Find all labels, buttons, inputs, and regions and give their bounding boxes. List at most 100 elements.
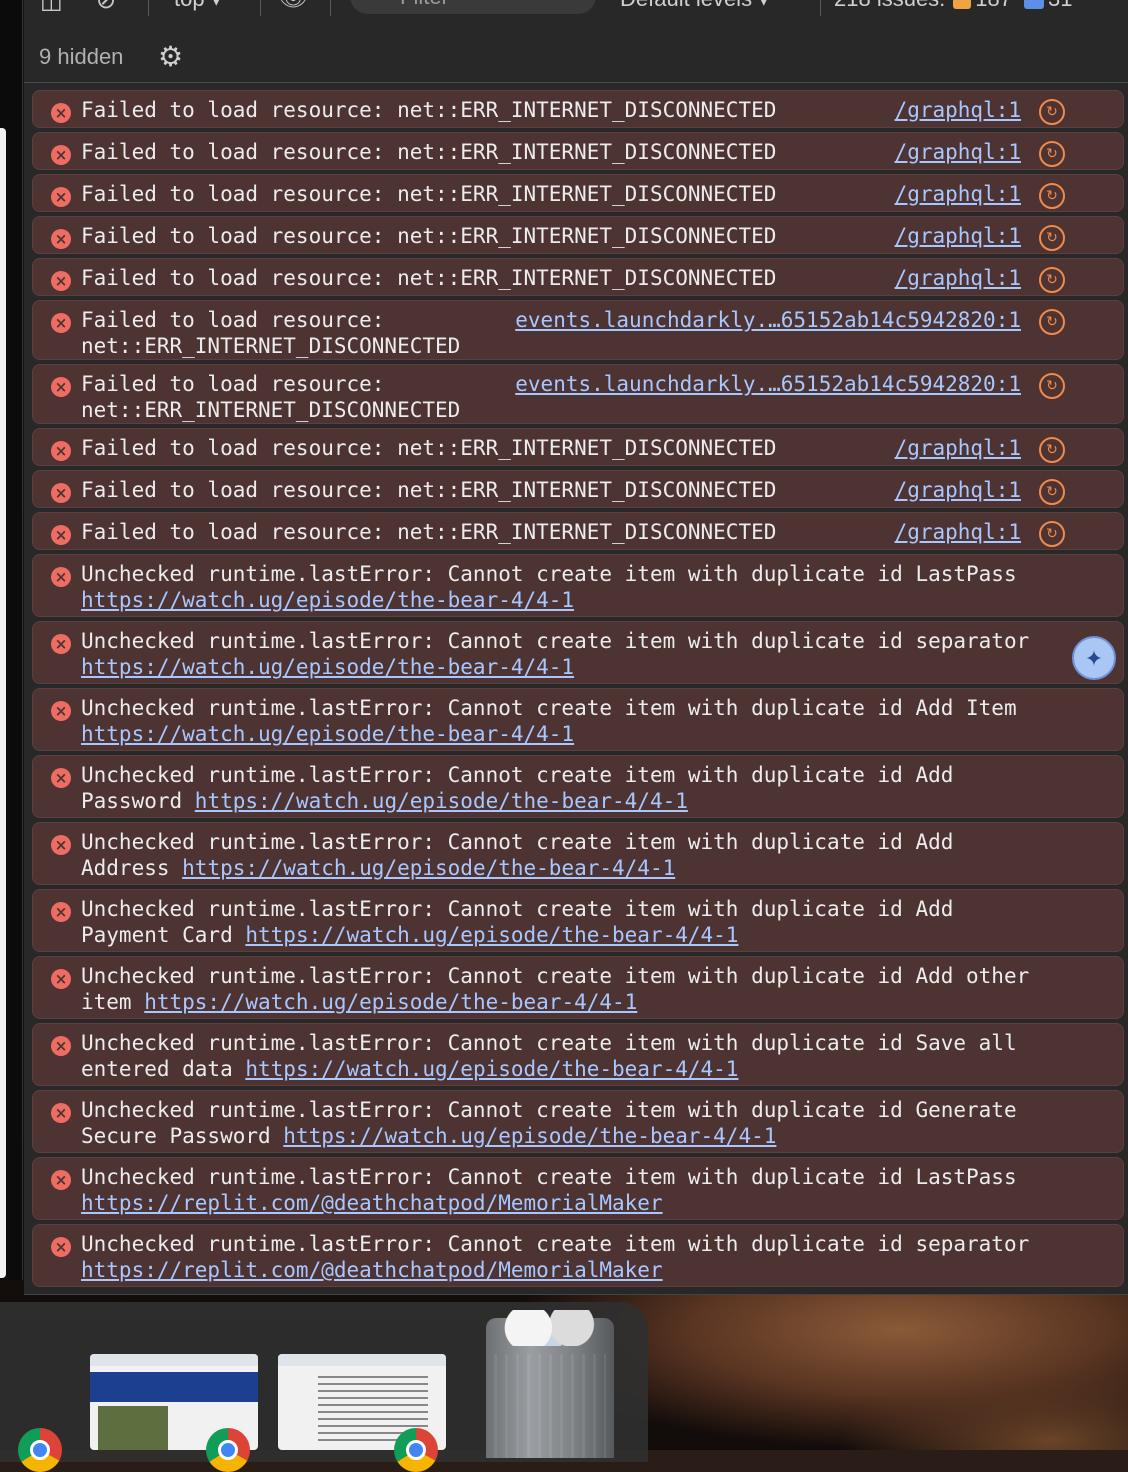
message-line: Unchecked runtime.lastError: Cannot crea… <box>81 1232 1030 1256</box>
filter-input[interactable]: ⏷ Filter <box>350 0 596 14</box>
source-link[interactable]: /graphql:1 <box>895 97 1021 123</box>
source-replay-icon[interactable]: ↻ <box>1039 309 1065 335</box>
sidebar-icon[interactable]: ◫ <box>40 0 63 14</box>
info-count: 31 <box>1048 0 1072 11</box>
hidden-count: 9 hidden <box>39 44 124 69</box>
console-error-message[interactable]: × Unchecked runtime.lastError: Cannot cre… <box>32 822 1124 885</box>
error-icon: × <box>51 525 71 545</box>
source-link[interactable]: /graphql:1 <box>895 519 1021 545</box>
console-error-message[interactable]: × Failed to load resource: net::ERR_INTER… <box>32 216 1124 254</box>
clear-icon[interactable]: ⊘ <box>96 0 116 14</box>
filter-icon: ⏷ <box>372 0 388 6</box>
source-replay-icon[interactable]: ↻ <box>1039 99 1065 125</box>
message-line: Password https://watch.ug/episode/the-be… <box>81 788 953 814</box>
console-error-message[interactable]: × Failed to load resource: net::ERR_INTER… <box>32 174 1124 212</box>
console-error-message[interactable]: × Unchecked runtime.lastError: Cannot cre… <box>32 1224 1124 1287</box>
source-replay-icon[interactable]: ↻ <box>1039 437 1065 463</box>
chrome-icon[interactable] <box>206 1428 250 1472</box>
console-error-message[interactable]: × Unchecked runtime.lastError: Cannot cre… <box>32 1157 1124 1220</box>
message-text: Unchecked runtime.lastError: Cannot crea… <box>81 695 1017 747</box>
message-text: Failed to load resource: net::ERR_INTERNE… <box>81 307 460 359</box>
source-link[interactable]: /graphql:1 <box>895 139 1021 165</box>
console-error-message[interactable]: × Failed to load resource: net::ERR_INTER… <box>32 428 1124 466</box>
message-text: Failed to load resource: net::ERR_INTERN… <box>81 181 776 207</box>
console-error-message[interactable]: × Unchecked runtime.lastError: Cannot cre… <box>32 755 1124 818</box>
info-icon <box>1024 0 1045 10</box>
console-error-message[interactable]: × Failed to load resource: net::ERR_INTERN… <box>32 300 1124 360</box>
console-error-message[interactable]: × Unchecked runtime.lastError: Cannot cre… <box>32 1090 1124 1153</box>
message-text: Unchecked runtime.lastError: Cannot crea… <box>81 628 1029 680</box>
source-link[interactable]: /graphql:1 <box>895 435 1021 461</box>
message-text: Failed to load resource: net::ERR_INTERN… <box>81 265 776 291</box>
message-url-link[interactable]: https://replit.com/@deathchatpod/Memoria… <box>81 1191 663 1215</box>
console-error-message[interactable]: × Failed to load resource: net::ERR_INTERN… <box>32 364 1124 424</box>
message-line: Unchecked runtime.lastError: Cannot crea… <box>81 696 1017 720</box>
source-replay-icon[interactable]: ↻ <box>1039 141 1065 167</box>
message-line: https://watch.ug/episode/the-bear-4/4-1 <box>81 721 1017 747</box>
ai-assist-icon[interactable]: ✦ <box>1072 636 1116 680</box>
console-toolbar: ◫ ⊘ top ▾ 👁 ⏷ Filter Default levels ▾ 21… <box>24 0 1128 83</box>
console-error-message[interactable]: × Unchecked runtime.lastError: Cannot cre… <box>32 1023 1124 1086</box>
message-line: Payment Card https://watch.ug/episode/th… <box>81 922 953 948</box>
console-error-message[interactable]: × Unchecked runtime.lastError: Cannot cre… <box>32 956 1124 1019</box>
message-url-link[interactable]: https://watch.ug/episode/the-bear-4/4-1 <box>81 655 574 679</box>
message-url-link[interactable]: https://watch.ug/episode/the-bear-4/4-1 <box>245 923 738 947</box>
console-error-message[interactable]: × Unchecked runtime.lastError: Cannot cre… <box>32 554 1124 617</box>
message-text: Failed to load resource: net::ERR_INTERN… <box>81 477 776 503</box>
message-line: https://watch.ug/episode/the-bear-4/4-1 <box>81 587 1017 613</box>
trash-icon[interactable] <box>486 1310 614 1458</box>
source-link[interactable]: /graphql:1 <box>895 223 1021 249</box>
gear-icon[interactable]: ⚙ <box>158 40 183 73</box>
console-error-message[interactable]: × Unchecked runtime.lastError: Cannot cre… <box>32 621 1124 684</box>
source-replay-icon[interactable]: ↻ <box>1039 521 1065 547</box>
eye-icon[interactable]: 👁 <box>278 0 308 12</box>
message-url-link[interactable]: https://watch.ug/episode/the-bear-4/4-1 <box>81 588 574 612</box>
message-line: Failed to load resource: net::ERR_INTERN… <box>81 98 777 122</box>
console-error-message[interactable]: × Failed to load resource: net::ERR_INTER… <box>32 90 1124 128</box>
message-line: net::ERR_INTERNET_DISCONNECTED <box>81 398 461 422</box>
error-icon: × <box>51 377 71 397</box>
source-link[interactable]: /graphql:1 <box>895 265 1021 291</box>
message-url-link[interactable]: https://watch.ug/episode/the-bear-4/4-1 <box>245 1057 738 1081</box>
issues-label: 218 issues: <box>834 0 945 11</box>
console-error-message[interactable]: × Failed to load resource: net::ERR_INTER… <box>32 132 1124 170</box>
source-link[interactable]: /graphql:1 <box>895 477 1021 503</box>
trash-ribs <box>494 1354 606 1458</box>
log-levels-dropdown[interactable]: Default levels ▾ <box>620 0 769 12</box>
source-replay-icon[interactable]: ↻ <box>1039 479 1065 505</box>
message-url-link[interactable]: https://watch.ug/episode/the-bear-4/4-1 <box>182 856 675 880</box>
message-line: net::ERR_INTERNET_DISCONNECTED <box>81 334 461 358</box>
thumbnail-toolbar <box>90 1354 258 1366</box>
console-error-message[interactable]: × Failed to load resource: net::ERR_INTER… <box>32 512 1124 550</box>
message-text-prefix: Password <box>81 789 195 813</box>
source-link[interactable]: /graphql:1 <box>895 181 1021 207</box>
error-icon: × <box>51 768 71 788</box>
message-url-link[interactable]: https://watch.ug/episode/the-bear-4/4-1 <box>144 990 637 1014</box>
message-text: Failed to load resource: net::ERR_INTERN… <box>81 139 776 165</box>
source-replay-icon[interactable]: ↻ <box>1039 267 1065 293</box>
context-selector[interactable]: top ▾ <box>174 0 222 12</box>
source-replay-icon[interactable]: ↻ <box>1039 373 1065 399</box>
message-line: https://replit.com/@deathchatpod/Memoria… <box>81 1257 1029 1283</box>
message-line: Failed to load resource: net::ERR_INTERN… <box>81 478 777 502</box>
message-text: Failed to load resource: net::ERR_INTERN… <box>81 519 776 545</box>
message-text-prefix: Address <box>81 856 183 880</box>
source-replay-icon[interactable]: ↻ <box>1039 183 1065 209</box>
message-url-link[interactable]: https://watch.ug/episode/the-bear-4/4-1 <box>283 1124 776 1148</box>
console-error-message[interactable]: × Unchecked runtime.lastError: Cannot cre… <box>32 688 1124 751</box>
message-url-link[interactable]: https://watch.ug/episode/the-bear-4/4-1 <box>195 789 688 813</box>
message-url-link[interactable]: https://watch.ug/episode/the-bear-4/4-1 <box>81 722 574 746</box>
issues-counter[interactable]: 218 issues: 187 31 <box>834 0 1073 12</box>
source-link[interactable]: events.launchdarkly.…65152ab14c5942820:1 <box>515 307 1021 333</box>
source-link[interactable]: events.launchdarkly.…65152ab14c5942820:1 <box>515 371 1021 397</box>
console-error-message[interactable]: × Failed to load resource: net::ERR_INTER… <box>32 258 1124 296</box>
message-line: Unchecked runtime.lastError: Cannot crea… <box>81 1165 1017 1189</box>
message-text: Failed to load resource: net::ERR_INTERN… <box>81 435 776 461</box>
message-url-link[interactable]: https://replit.com/@deathchatpod/Memoria… <box>81 1258 663 1282</box>
chrome-icon[interactable] <box>394 1428 438 1472</box>
message-text: Failed to load resource: net::ERR_INTERNE… <box>81 371 460 423</box>
console-error-message[interactable]: × Unchecked runtime.lastError: Cannot cre… <box>32 889 1124 952</box>
chrome-icon[interactable] <box>18 1428 62 1472</box>
source-replay-icon[interactable]: ↻ <box>1039 225 1065 251</box>
console-error-message[interactable]: × Failed to load resource: net::ERR_INTER… <box>32 470 1124 508</box>
